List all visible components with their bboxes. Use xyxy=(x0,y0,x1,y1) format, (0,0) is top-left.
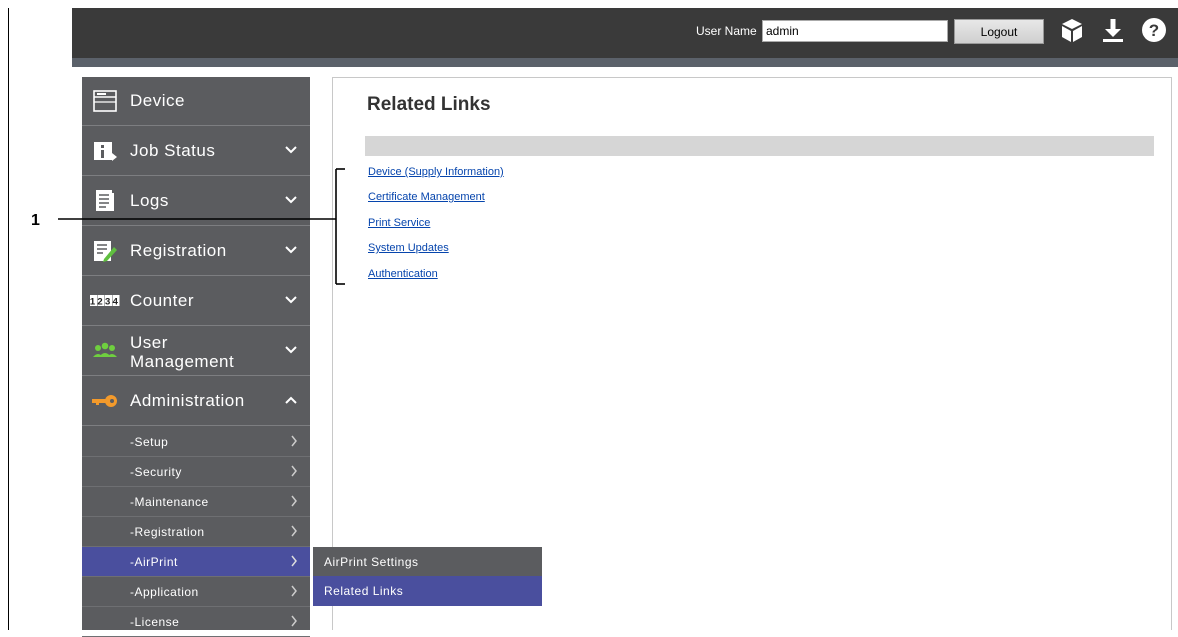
sidebar-subitem-airprint[interactable]: -AirPrint xyxy=(82,547,310,577)
sidebar-subitem-maintenance[interactable]: -Maintenance xyxy=(82,487,310,517)
chevron-right-icon xyxy=(291,465,297,477)
sidebar-item-label: Administration xyxy=(130,391,245,410)
logs-icon xyxy=(96,190,114,211)
sidebar-subitem-security[interactable]: -Security xyxy=(82,457,310,487)
chevron-up-icon xyxy=(285,396,297,404)
chevron-down-icon xyxy=(285,146,297,154)
device-icon xyxy=(93,90,117,112)
user-name-label: User Name xyxy=(696,24,757,38)
flyout-item-related-links[interactable]: Related Links xyxy=(313,576,542,606)
link-print-service[interactable]: Print Service xyxy=(368,217,430,229)
link-system-updates[interactable]: System Updates xyxy=(368,242,449,254)
sidebar-item-label: User Management xyxy=(130,333,250,371)
chevron-right-icon xyxy=(291,615,297,627)
registration-icon xyxy=(94,241,117,262)
submenu-flyout: AirPrint Settings Related Links xyxy=(313,547,542,606)
subitem-label: -Registration xyxy=(130,525,205,539)
chevron-right-icon xyxy=(291,555,297,567)
sidebar-item-device[interactable]: Device xyxy=(82,77,310,126)
chevron-down-icon xyxy=(285,346,297,354)
logout-button[interactable]: Logout xyxy=(954,19,1044,44)
users-icon xyxy=(93,342,117,357)
subitem-label: -Setup xyxy=(130,435,169,449)
sidebar-item-registration[interactable]: Registration xyxy=(82,227,310,276)
sidebar-item-label-line2: Management xyxy=(130,352,235,371)
key-icon xyxy=(92,395,117,407)
page-title: Related Links xyxy=(367,94,491,115)
sidebar-item-label: Registration xyxy=(130,241,227,260)
sidebar-subitem-application[interactable]: -Application xyxy=(82,577,310,607)
sidebar-item-counter[interactable]: 1234 Counter xyxy=(82,277,310,326)
subitem-label: -License xyxy=(130,615,180,629)
link-certificate-management[interactable]: Certificate Management xyxy=(368,191,485,203)
toolbar-stripe xyxy=(72,58,1178,67)
package-icon[interactable] xyxy=(1058,16,1086,44)
sidebar-item-label-line1: User xyxy=(130,333,168,352)
callout-number: 1 xyxy=(31,212,40,229)
flyout-item-airprint-settings[interactable]: AirPrint Settings xyxy=(313,547,542,577)
download-icon[interactable] xyxy=(1099,16,1127,44)
sidebar-subitem-setup[interactable]: -Setup xyxy=(82,427,310,457)
sidebar-subitem-registration[interactable]: -Registration xyxy=(82,517,310,547)
svg-text:?: ? xyxy=(1149,21,1159,40)
job-status-icon xyxy=(94,142,117,161)
subitem-label: -Application xyxy=(130,585,199,599)
link-device-supply-information[interactable]: Device (Supply Information) xyxy=(368,166,504,178)
page-frame-line xyxy=(8,8,9,630)
sidebar: Device Job Status Logs Registration 1234… xyxy=(82,77,310,637)
chevron-right-icon xyxy=(291,435,297,447)
sidebar-item-label: Device xyxy=(130,91,185,110)
subitem-label: -Maintenance xyxy=(130,495,209,509)
chevron-right-icon xyxy=(291,585,297,597)
section-header-bar xyxy=(365,136,1154,156)
sidebar-item-administration[interactable]: Administration xyxy=(82,377,310,426)
chevron-down-icon xyxy=(285,296,297,304)
sidebar-item-logs[interactable]: Logs xyxy=(82,177,310,226)
subitem-label: -Security xyxy=(130,465,182,479)
counter-digits: 1234 xyxy=(90,297,120,308)
link-authentication[interactable]: Authentication xyxy=(368,268,438,280)
sidebar-item-job-status[interactable]: Job Status xyxy=(82,127,310,176)
sidebar-subitem-license[interactable]: -License xyxy=(82,607,310,637)
sidebar-item-label: Logs xyxy=(130,191,169,210)
chevron-right-icon xyxy=(291,495,297,507)
user-name-field[interactable] xyxy=(762,20,948,42)
chevron-down-icon xyxy=(285,196,297,204)
sidebar-item-label: Job Status xyxy=(130,141,216,160)
help-icon[interactable]: ? xyxy=(1140,16,1168,44)
subitem-label: -AirPrint xyxy=(130,555,178,569)
sidebar-item-label: Counter xyxy=(130,291,194,310)
chevron-right-icon xyxy=(291,525,297,537)
sidebar-item-user-management[interactable]: User Management xyxy=(82,327,310,376)
chevron-down-icon xyxy=(285,246,297,254)
counter-icon: 1234 xyxy=(90,295,120,308)
